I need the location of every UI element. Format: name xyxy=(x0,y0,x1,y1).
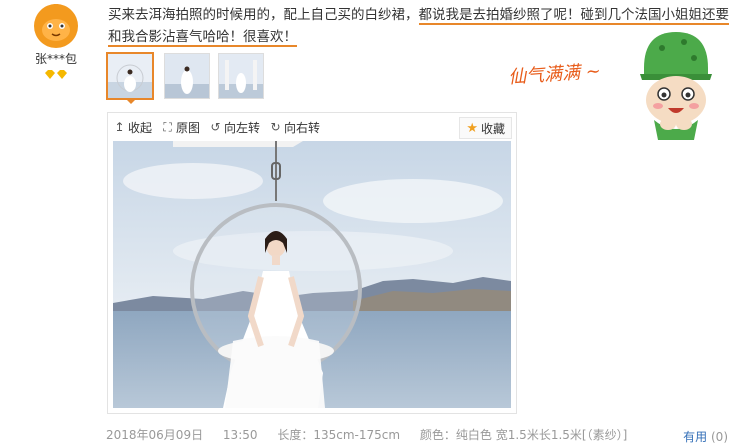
review-date: 2018年06月09日 13:50 xyxy=(106,428,258,442)
review-photo[interactable] xyxy=(113,141,511,408)
rotate-right-button[interactable]: ↻ 向右转 xyxy=(270,119,321,136)
thumbnail-1[interactable] xyxy=(106,52,154,100)
color-label: 颜色： xyxy=(419,428,456,442)
rotate-right-icon: ↻ xyxy=(270,120,281,134)
rotate-left-icon: ↺ xyxy=(210,120,221,134)
sticker-character xyxy=(634,28,714,149)
user-level-icon xyxy=(31,68,81,79)
review-date-value: 2018年06月09日 xyxy=(106,428,204,442)
useful-count: (0) xyxy=(711,430,728,444)
color-spec: 颜色：纯白色 宽1.5米长1.5米[（素纱）] xyxy=(420,428,627,442)
rotate-right-label: 向右转 xyxy=(284,120,321,135)
expand-icon: ⛶ xyxy=(163,119,172,134)
color-value: 纯白色 宽1.5米长1.5米[（素纱）] xyxy=(455,428,628,442)
review-time-value: 13:50 xyxy=(222,428,258,442)
rotate-left-button[interactable]: ↺ 向左转 xyxy=(210,119,261,136)
rotate-left-label: 向左转 xyxy=(224,120,261,135)
thumbnail-2[interactable] xyxy=(164,53,210,99)
sticker-caption: 仙气满满 ~ xyxy=(507,60,602,89)
collapse-label: 收起 xyxy=(128,120,153,135)
review-meta: 2018年06月09日 13:50 长度：135cm-175cm 颜色：纯白色 … xyxy=(106,426,643,443)
thumbnail-active-arrow xyxy=(125,98,137,104)
username: 张***包 xyxy=(34,52,77,66)
length-label: 长度： xyxy=(277,428,314,442)
original-label: 原图 xyxy=(176,120,201,135)
review-text-part1: 买来去洱海拍照的时候用的，配上自己买的白纱裙， xyxy=(108,7,419,23)
useful-label: 有用 xyxy=(683,430,708,444)
star-icon: ★ xyxy=(466,120,478,136)
useful-button[interactable]: 有用 (0) xyxy=(683,428,728,445)
favorite-label: 收藏 xyxy=(480,121,505,136)
favorite-button[interactable]: ★ 收藏 xyxy=(459,117,512,139)
original-image-button[interactable]: ⛶ 原图 xyxy=(162,119,200,136)
length-value: 135cm-175cm xyxy=(313,428,401,442)
length-spec: 长度：135cm-175cm xyxy=(277,428,400,442)
collapse-button[interactable]: ↥ 收起 xyxy=(114,119,152,136)
viewer-toolbar: ↥ 收起 ⛶ 原图 ↺ 向左转 ↻ 向右转 xyxy=(108,113,516,141)
image-viewer: ↥ 收起 ⛶ 原图 ↺ 向左转 ↻ 向右转 ★ 收藏 xyxy=(107,112,517,414)
avatar[interactable] xyxy=(34,4,78,48)
arrow-up-icon: ↥ xyxy=(114,120,125,134)
user-info: 张***包 xyxy=(31,4,81,79)
thumbnail-3[interactable] xyxy=(218,53,264,99)
